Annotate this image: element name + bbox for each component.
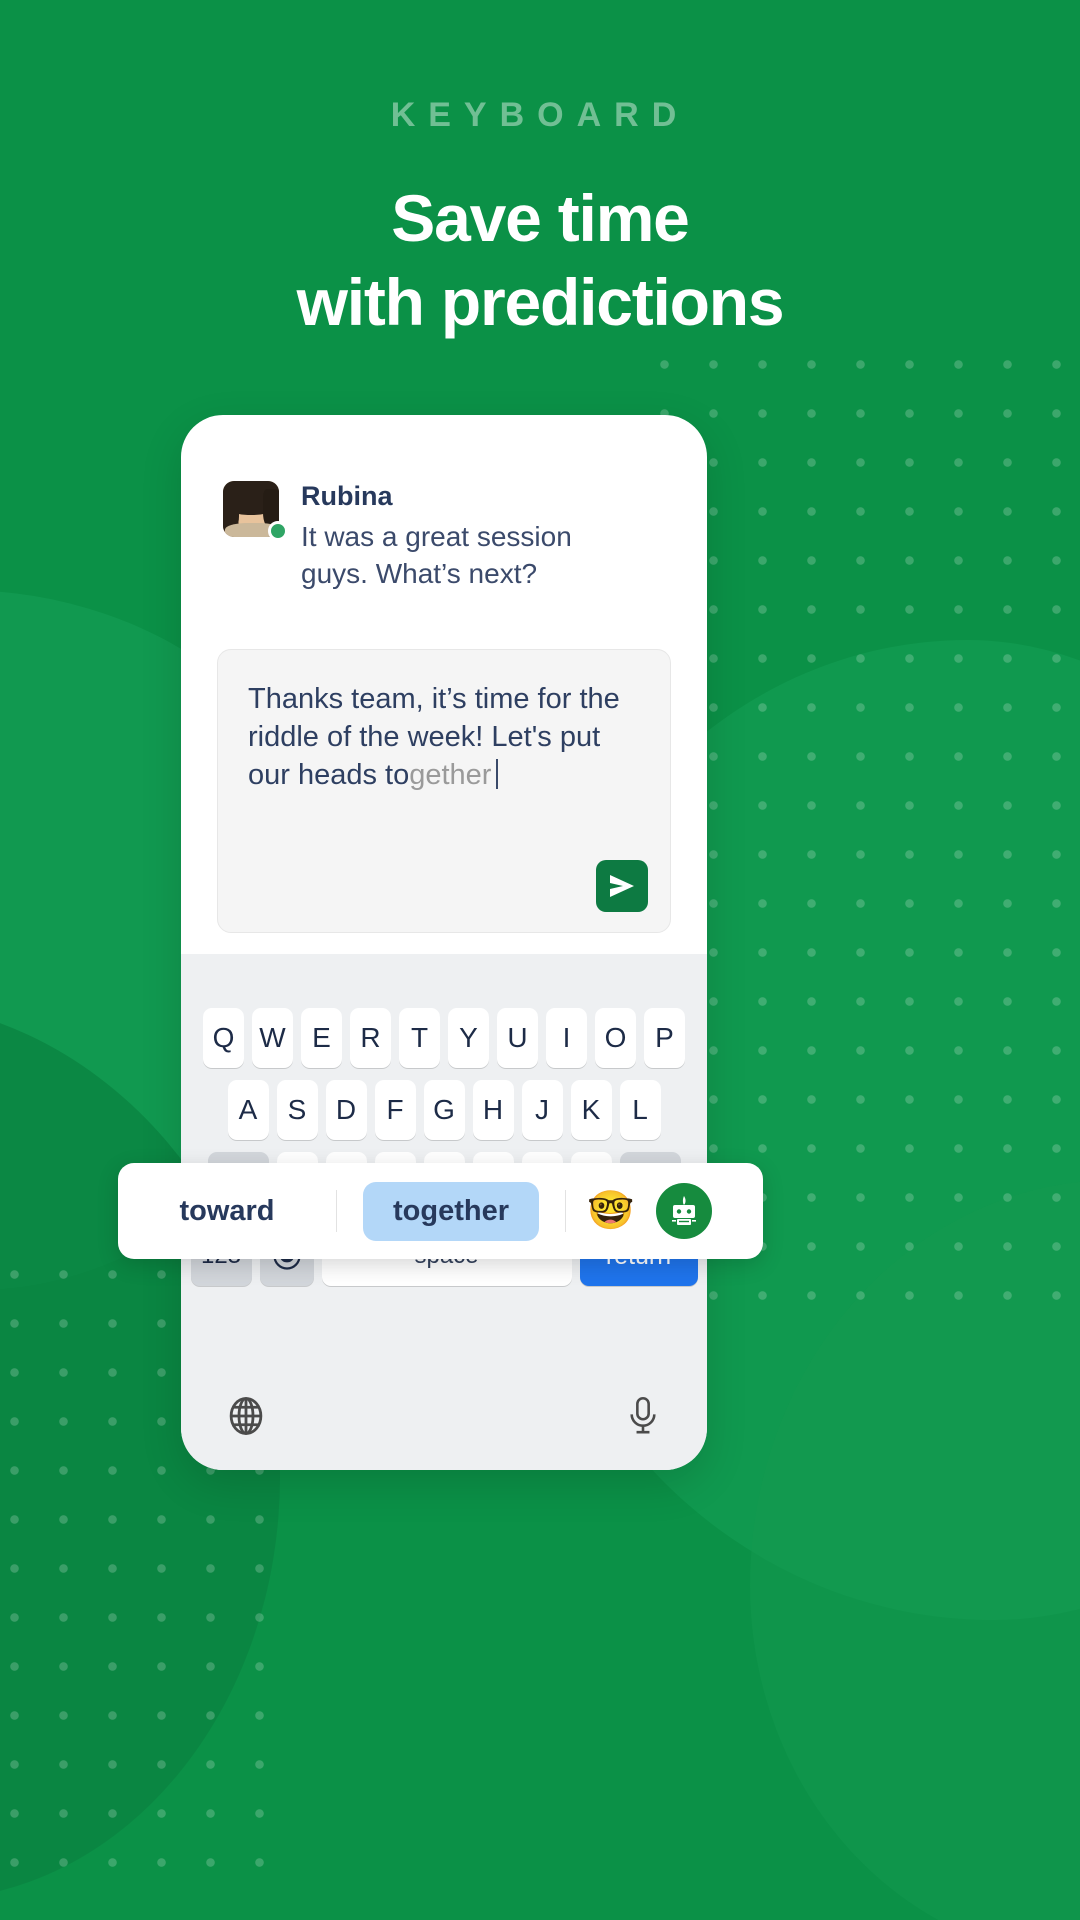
prediction-word-first[interactable]: toward [118, 1195, 336, 1228]
text-caret [496, 759, 499, 790]
message-sender-name: Rubina [301, 481, 393, 511]
page-title: Save time with predictions [0, 185, 1080, 335]
key-h[interactable]: H [472, 1080, 514, 1140]
avatar [223, 481, 288, 541]
phone-mockup: Rubina It was a great session guys. What… [181, 415, 707, 1470]
headline-line-2: with predictions [296, 265, 785, 339]
key-p[interactable]: P [644, 1008, 685, 1068]
key-t[interactable]: T [399, 1008, 440, 1068]
key-d[interactable]: D [325, 1080, 367, 1140]
prediction-word-selected[interactable]: together [363, 1181, 539, 1241]
key-u[interactable]: U [497, 1008, 538, 1068]
compose-box[interactable]: Thanks team, it’s time for the riddle of… [217, 648, 671, 933]
key-g[interactable]: G [423, 1080, 465, 1140]
compose-text: Thanks team, it’s time for the riddle of… [248, 680, 644, 795]
key-w[interactable]: W [252, 1008, 293, 1068]
keyboard-bottom-bar [181, 1366, 707, 1470]
key-f[interactable]: F [374, 1080, 416, 1140]
send-icon [610, 874, 634, 897]
robot-assistant-icon [672, 1196, 696, 1225]
key-j[interactable]: J [521, 1080, 563, 1140]
message-body: Rubina It was a great session guys. What… [301, 481, 631, 593]
key-a[interactable]: A [227, 1080, 269, 1140]
online-status-dot [268, 521, 288, 541]
key-y[interactable]: Y [448, 1008, 489, 1068]
message-text: It was a great session guys. What’s next… [301, 521, 572, 590]
send-button[interactable] [596, 859, 648, 912]
microphone-icon [630, 1396, 656, 1433]
prediction-divider-1 [336, 1190, 337, 1232]
prediction-bar: toward together 🤓 [118, 1163, 763, 1259]
key-k[interactable]: K [570, 1080, 612, 1140]
key-l[interactable]: L [619, 1080, 661, 1140]
robot-assistant-button[interactable] [656, 1183, 712, 1239]
nerd-face-emoji[interactable]: 🤓 [566, 1189, 656, 1233]
header: KEYBOARD Save time with predictions [0, 0, 1080, 335]
key-r[interactable]: R [350, 1008, 391, 1068]
keyboard-row-1: Q W E R T Y U I O P [181, 954, 707, 1068]
globe-icon [229, 1396, 263, 1435]
key-o[interactable]: O [595, 1008, 636, 1068]
inline-prediction-text: gether [409, 759, 492, 792]
key-e[interactable]: E [301, 1008, 342, 1068]
globe-key[interactable] [225, 1395, 267, 1442]
key-s[interactable]: S [276, 1080, 318, 1140]
keyboard-row-2: A S D F G H J K L [181, 1080, 707, 1140]
eyebrow-label: KEYBOARD [390, 96, 690, 134]
message-row: Rubina It was a great session guys. What… [181, 415, 707, 593]
key-q[interactable]: Q [203, 1008, 244, 1068]
headline-line-1: Save time [391, 181, 690, 255]
key-i[interactable]: I [546, 1008, 587, 1068]
microphone-key[interactable] [623, 1395, 663, 1442]
